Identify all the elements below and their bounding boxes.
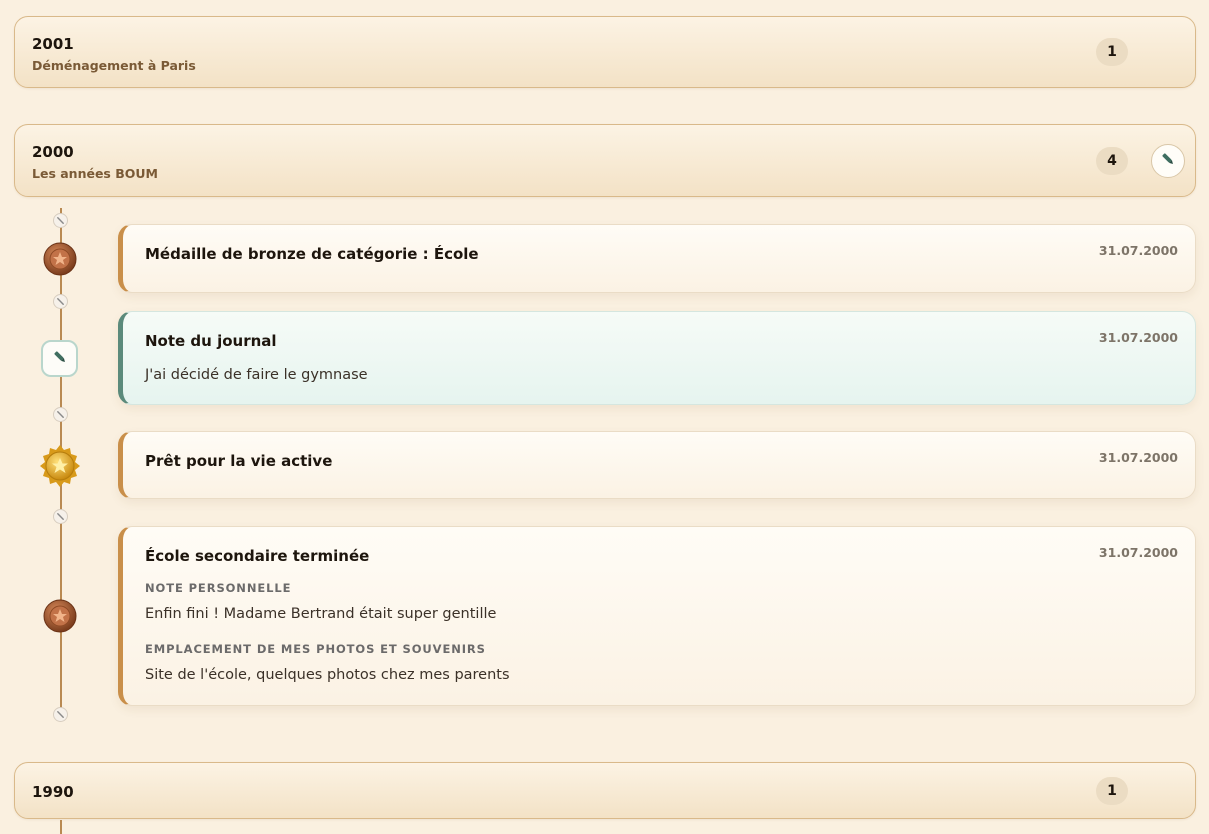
event-count-badge: 1 (1096, 38, 1128, 66)
event-count-badge: 1 (1096, 776, 1128, 805)
year-card-1990[interactable]: 1990 1 (14, 762, 1196, 819)
insert-entry-button[interactable] (53, 509, 68, 524)
event-title: Prêt pour la vie active (145, 452, 333, 470)
edit-year-button[interactable] (1151, 143, 1185, 178)
event-card[interactable]: École secondaire terminée 31.07.2000 NOT… (118, 526, 1196, 706)
pencil-icon (57, 411, 64, 418)
event-title: École secondaire terminée (145, 547, 370, 565)
timeline-line (60, 820, 62, 834)
pencil-icon (1160, 151, 1176, 171)
event-card[interactable]: Prêt pour la vie active 31.07.2000 (118, 431, 1196, 499)
bronze-medal-icon (43, 242, 77, 280)
pencil-icon (52, 349, 68, 369)
personal-note-label: NOTE PERSONNELLE (145, 581, 292, 595)
personal-note-text: Enfin fini ! Madame Bertrand était super… (145, 606, 497, 622)
gold-medal-icon (38, 444, 82, 492)
pencil-icon (57, 711, 64, 718)
photos-location-label: EMPLACEMENT DE MES PHOTOS ET SOUVENIRS (145, 642, 486, 656)
year-subtitle: Les années BOUM (32, 166, 158, 181)
year-title: 2001 (32, 35, 74, 53)
event-date: 31.07.2000 (1098, 545, 1178, 560)
insert-entry-button[interactable] (53, 707, 68, 722)
event-date: 31.07.2000 (1098, 243, 1178, 258)
year-card-2000[interactable]: 2000 Les années BOUM 4 (14, 124, 1196, 197)
journal-entry-icon (41, 340, 78, 377)
event-date: 31.07.2000 (1098, 330, 1178, 345)
event-date: 31.07.2000 (1098, 450, 1178, 465)
bronze-medal-icon (43, 599, 77, 637)
year-card-2001[interactable]: 2001 Déménagement à Paris 1 (14, 16, 1196, 88)
year-title: 1990 (32, 783, 74, 801)
event-count-badge: 4 (1096, 146, 1128, 175)
pencil-icon (57, 298, 64, 305)
year-title: 2000 (32, 143, 74, 161)
pencil-icon (57, 217, 64, 224)
insert-entry-button[interactable] (53, 407, 68, 422)
insert-entry-button[interactable] (53, 213, 68, 228)
event-card[interactable]: Médaille de bronze de catégorie : École … (118, 224, 1196, 293)
pencil-icon (57, 513, 64, 520)
event-text: J'ai décidé de faire le gymnase (145, 367, 368, 383)
event-title: Médaille de bronze de catégorie : École (145, 245, 479, 263)
journal-card[interactable]: Note du journal 31.07.2000 J'ai décidé d… (118, 311, 1196, 405)
event-title: Note du journal (145, 332, 277, 350)
photos-location-text: Site de l'école, quelques photos chez me… (145, 667, 510, 683)
year-subtitle: Déménagement à Paris (32, 58, 196, 73)
insert-entry-button[interactable] (53, 294, 68, 309)
